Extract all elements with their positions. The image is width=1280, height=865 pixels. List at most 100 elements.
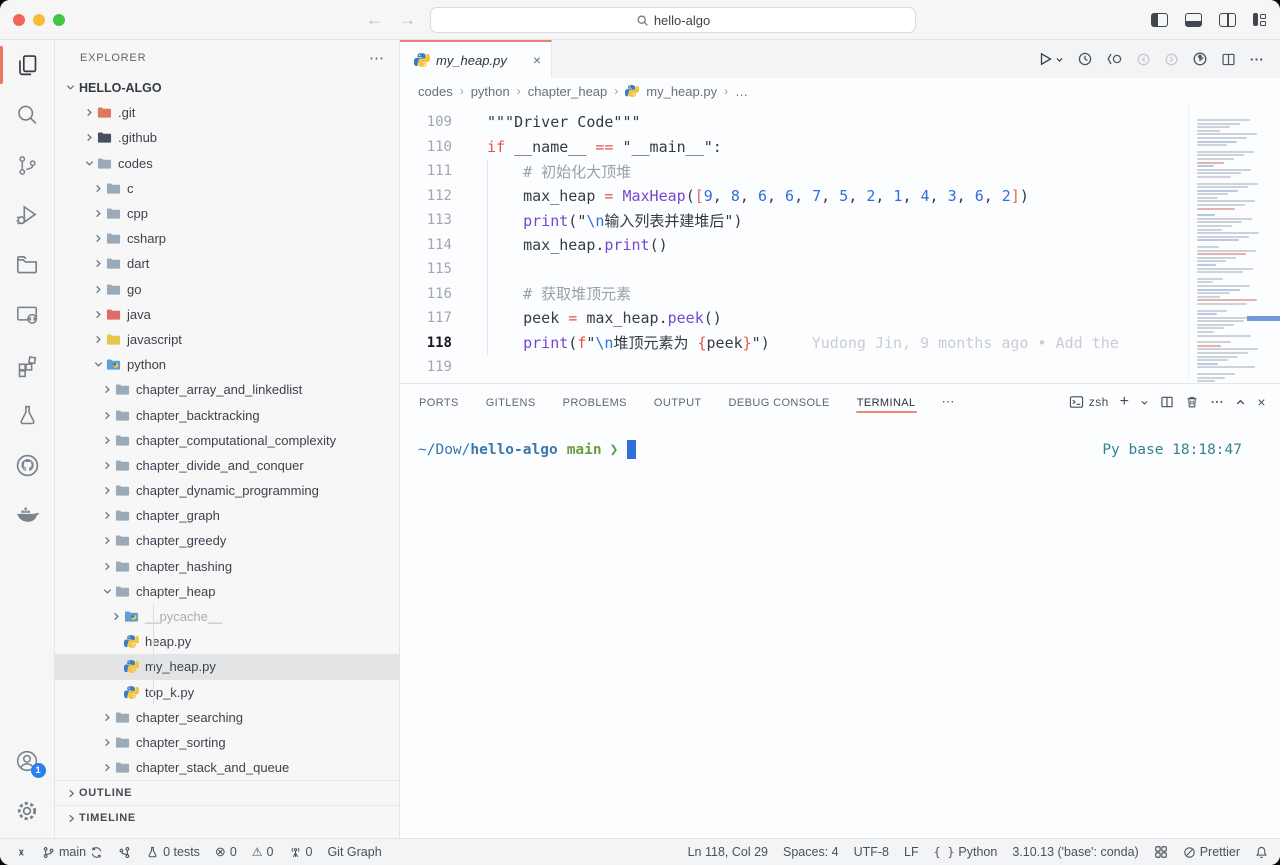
panel-more-icon[interactable] (1210, 395, 1224, 409)
status-prettier[interactable]: Prettier (1183, 845, 1240, 859)
activity-bar-remote-explorer-icon[interactable] (0, 240, 55, 290)
toggle-panel-icon[interactable] (1185, 13, 1202, 27)
close-panel-icon[interactable]: × (1257, 394, 1266, 410)
tree-item-hello-algo[interactable]: HELLO-ALGO (55, 75, 399, 100)
timeline-section[interactable]: TIMELINE (55, 805, 399, 830)
new-terminal-icon[interactable]: + (1120, 393, 1130, 411)
code-line-113[interactable]: 113 print("\n输入列表并建堆后") (400, 208, 1280, 233)
activity-bar-search-icon[interactable] (0, 90, 55, 140)
minimize-window-button[interactable] (33, 14, 45, 26)
activity-bar-testing-icon[interactable] (0, 390, 55, 440)
status-gitlens[interactable] (118, 846, 131, 859)
file-history-icon[interactable] (1077, 51, 1093, 67)
terminal-dropdown-icon[interactable] (1140, 398, 1149, 407)
activity-bar-source-control-icon[interactable] (0, 140, 55, 190)
code-editor[interactable]: 109"""Driver Code"""110if __name__ == "_… (400, 104, 1280, 383)
tree-item-top-k-py[interactable]: top_k.py (55, 680, 399, 705)
tree-item-github[interactable]: .github (55, 125, 399, 150)
code-line-119[interactable]: 119 (400, 355, 1280, 380)
tree-item-heap-py[interactable]: heap.py (55, 629, 399, 654)
breadcrumb-item-my-heap-py[interactable]: my_heap.py (646, 84, 717, 99)
panel-tab-gitlens[interactable]: GITLENS (485, 387, 537, 417)
next-change-icon[interactable] (1164, 52, 1179, 67)
run-python-file-icon[interactable] (1037, 51, 1064, 67)
tree-item-csharp[interactable]: csharp (55, 226, 399, 251)
status-notifications[interactable] (1255, 846, 1268, 859)
toggle-secondary-sidebar-icon[interactable] (1219, 13, 1236, 27)
git-graph-icon[interactable] (1192, 51, 1208, 67)
activity-bar-extensions-icon[interactable] (0, 340, 55, 390)
tab-close-icon[interactable]: × (533, 52, 541, 68)
status-tests[interactable]: 0 tests (146, 845, 200, 859)
activity-bar-docker-icon[interactable] (0, 490, 55, 540)
status-eol[interactable]: LF (904, 845, 919, 859)
command-center-search[interactable]: hello-algo (430, 7, 916, 33)
tree-item-chapter-sorting[interactable]: chapter_sorting (55, 730, 399, 755)
tree-item-chapter-array-and-linkedlist[interactable]: chapter_array_and_linkedlist (55, 377, 399, 402)
panel-tab-terminal[interactable]: TERMINAL (856, 387, 917, 417)
split-terminal-icon[interactable] (1160, 395, 1174, 409)
tree-item-codes[interactable]: codes (55, 151, 399, 176)
code-line-109[interactable]: 109"""Driver Code""" (400, 110, 1280, 135)
tree-item-javascript[interactable]: javascript (55, 327, 399, 352)
status-warnings[interactable]: ⚠0 (252, 845, 274, 859)
panel-tab-ports[interactable]: PORTS (418, 387, 460, 417)
breadcrumb-item-codes[interactable]: codes (418, 84, 453, 99)
status-git-graph[interactable]: Git Graph (327, 845, 381, 859)
tree-item-chapter-stack-and-queue[interactable]: chapter_stack_and_queue (55, 755, 399, 780)
gitlens-compare-icon[interactable] (1106, 51, 1123, 67)
status-blocks[interactable] (1154, 845, 1168, 859)
more-actions-icon[interactable] (1249, 52, 1264, 67)
code-line-115[interactable]: 115 (400, 257, 1280, 282)
activity-bar-run-debug-icon[interactable] (0, 190, 55, 240)
nav-back-icon[interactable]: ← (366, 10, 383, 30)
tree-item-cpp[interactable]: cpp (55, 201, 399, 226)
tree-item-chapter-computational-complexity[interactable]: chapter_computational_complexity (55, 428, 399, 453)
close-window-button[interactable] (13, 14, 25, 26)
breadcrumb-item-chapter-heap[interactable]: chapter_heap (528, 84, 608, 99)
previous-change-icon[interactable] (1136, 52, 1151, 67)
tree-item-chapter-heap[interactable]: chapter_heap (55, 579, 399, 604)
tree-item-go[interactable]: go (55, 277, 399, 302)
status-language-mode[interactable]: { }Python (934, 845, 998, 859)
panel-tab-problems[interactable]: PROBLEMS (562, 387, 628, 417)
settings-gear-icon[interactable] (0, 786, 55, 836)
code-line-114[interactable]: 114 max_heap.print() (400, 233, 1280, 258)
tree-item-my-heap-py[interactable]: my_heap.py (55, 654, 399, 679)
activity-bar-explorer-icon[interactable] (0, 40, 55, 90)
status-errors[interactable]: ⊗0 (215, 844, 237, 860)
customize-layout-icon[interactable] (1253, 13, 1266, 26)
status-branch[interactable]: main (42, 845, 103, 859)
terminal-content[interactable]: ~/Dow/hello-algomain❯ Py base 18:18:47 (400, 420, 1280, 838)
tree-item-java[interactable]: java (55, 302, 399, 327)
panel-tab-output[interactable]: OUTPUT (653, 387, 703, 417)
accounts-icon[interactable]: 1 (0, 736, 55, 786)
tree-item-chapter-greedy[interactable]: chapter_greedy (55, 528, 399, 553)
status-encoding[interactable]: UTF-8 (854, 845, 889, 859)
code-line-110[interactable]: 110if __name__ == "__main__": (400, 135, 1280, 160)
tree-item-pycache[interactable]: __pycache__ (55, 604, 399, 629)
activity-bar-live-preview-icon[interactable] (0, 290, 55, 340)
kill-terminal-icon[interactable] (1185, 395, 1199, 409)
tree-item-c[interactable]: c (55, 176, 399, 201)
status-ports[interactable]: 0 (289, 845, 313, 859)
breadcrumb-item-[interactable]: … (735, 84, 748, 99)
code-line-111[interactable]: 111 # 初始化大顶堆 (400, 159, 1280, 184)
tree-item-chapter-searching[interactable]: chapter_searching (55, 705, 399, 730)
zoom-window-button[interactable] (53, 14, 65, 26)
toggle-primary-sidebar-icon[interactable] (1151, 13, 1168, 27)
code-line-116[interactable]: 116 # 获取堆顶元素 (400, 282, 1280, 307)
code-line-117[interactable]: 117 peek = max_heap.peek() (400, 306, 1280, 331)
status-cursor-position[interactable]: Ln 118, Col 29 (688, 845, 768, 859)
tree-item-chapter-dynamic-programming[interactable]: chapter_dynamic_programming (55, 478, 399, 503)
tree-item-chapter-graph[interactable]: chapter_graph (55, 503, 399, 528)
tree-item-chapter-hashing[interactable]: chapter_hashing (55, 554, 399, 579)
panel-tab-debug-console[interactable]: DEBUG CONSOLE (728, 387, 831, 417)
tree-item-chapter-divide-and-conquer[interactable]: chapter_divide_and_conquer (55, 453, 399, 478)
status-indentation[interactable]: Spaces: 4 (783, 845, 839, 859)
nav-forward-icon[interactable]: → (399, 10, 416, 30)
activity-bar-github-icon[interactable] (0, 440, 55, 490)
status-remote[interactable] (14, 846, 27, 859)
explorer-more-actions-icon[interactable]: ⋯ (369, 49, 385, 67)
maximize-panel-icon[interactable] (1235, 397, 1246, 408)
